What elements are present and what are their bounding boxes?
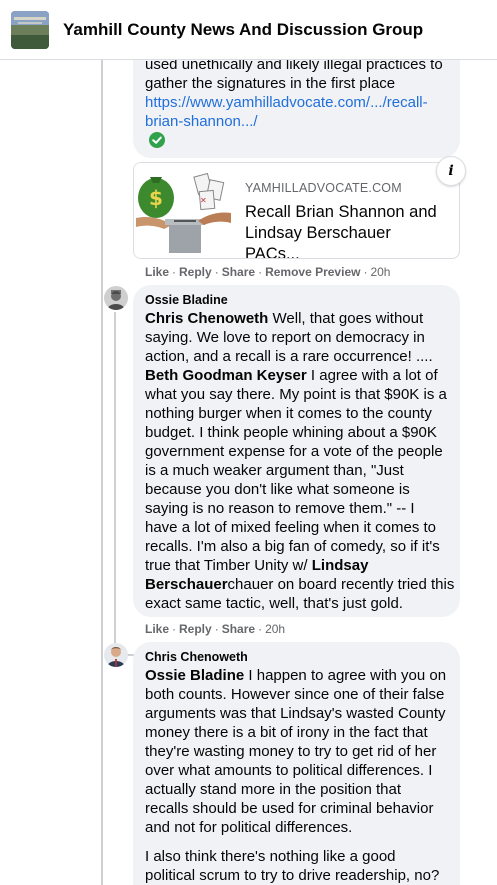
comment-bubble: Ossie Bladine Chris Chenoweth Well, that… bbox=[133, 285, 460, 617]
group-header: Yamhill County News And Discussion Group bbox=[0, 0, 497, 60]
svg-text:$: $ bbox=[149, 186, 163, 210]
mention[interactable]: Beth Goodman Keyser bbox=[145, 367, 307, 384]
group-avatar[interactable] bbox=[11, 10, 49, 49]
comment-actions: Like · Reply · Share · 20h bbox=[145, 622, 286, 636]
comment-line: over what amounts to political differenc… bbox=[145, 762, 433, 779]
reply-link[interactable]: Reply bbox=[179, 265, 212, 279]
avatar[interactable] bbox=[104, 643, 128, 667]
comment-text: Chris Chenoweth Well, that goes without … bbox=[145, 309, 455, 613]
comment-line: I agree with a lot of bbox=[306, 367, 438, 384]
comment-line: gather the signatures in the first place bbox=[145, 75, 396, 92]
comment-line: and not for political differences. bbox=[145, 819, 353, 836]
check-circle-icon bbox=[149, 132, 165, 148]
thread-line bbox=[114, 312, 116, 652]
comment-line: recalls should be used for criminal beha… bbox=[145, 800, 434, 817]
comment-line: true that Timber Unity w/ bbox=[145, 557, 312, 574]
comment-author[interactable]: Chris Chenoweth bbox=[145, 650, 455, 664]
comment-line: arguments was that Lindsay's wasted Coun… bbox=[145, 705, 446, 722]
comment-line: what you say there. My point is that $90… bbox=[145, 386, 447, 403]
comment-line: I also think there's nothing like a good bbox=[145, 848, 396, 865]
avatar[interactable] bbox=[104, 286, 128, 310]
comment-text: used unethically and likely illegal prac… bbox=[145, 55, 443, 131]
comment-line: exact same tactic, well, that's just gol… bbox=[145, 595, 403, 612]
group-name[interactable]: Yamhill County News And Discussion Group bbox=[63, 20, 423, 40]
info-icon[interactable]: i bbox=[436, 156, 466, 186]
timestamp[interactable]: 20h bbox=[370, 265, 390, 279]
comment-line: nothing burger when it comes to the coun… bbox=[145, 405, 432, 422]
svg-text:✕: ✕ bbox=[200, 196, 207, 205]
comment-author[interactable]: Ossie Bladine bbox=[145, 293, 455, 307]
article-link-cont[interactable]: brian-shannon.../ bbox=[145, 112, 443, 131]
comment-line: actually stand more in the position that bbox=[145, 781, 401, 798]
comment-line: action, and a recall is a rare occurrenc… bbox=[145, 348, 433, 365]
comment-line: saying. We love to report on democracy i… bbox=[145, 329, 425, 346]
remove-preview-link[interactable]: Remove Preview bbox=[265, 265, 360, 279]
comment-bubble: Chris Chenoweth Ossie Bladine I happen t… bbox=[133, 642, 460, 885]
comment-line: government expense for a vote of the peo… bbox=[145, 443, 443, 460]
timestamp[interactable]: 20h bbox=[265, 622, 285, 636]
comment-actions: Like · Reply · Share · Remove Preview · 20h bbox=[145, 265, 391, 279]
thread-line bbox=[101, 60, 103, 885]
preview-title[interactable]: Recall Brian Shannon and Lindsay Berscha… bbox=[245, 202, 445, 258]
mention[interactable]: Ossie Bladine bbox=[145, 667, 244, 684]
like-link[interactable]: Like bbox=[145, 265, 169, 279]
link-preview-card[interactable]: $ ✕ YAMHILLADVOCATE.COM Recall Brian Sha… bbox=[133, 162, 460, 259]
comment-line: because you don't like what someone is bbox=[145, 481, 410, 498]
comment-line: chauer on board recently tried this bbox=[227, 576, 455, 593]
preview-domain: YAMHILLADVOCATE.COM bbox=[245, 181, 402, 195]
article-link[interactable]: https://www.yamhilladvocate.com/.../reca… bbox=[145, 93, 443, 112]
preview-image: $ ✕ bbox=[134, 163, 233, 258]
like-link[interactable]: Like bbox=[145, 622, 169, 636]
comment-line: budget. I think people whining about a $… bbox=[145, 424, 437, 441]
mention[interactable]: Chris Chenoweth bbox=[145, 310, 268, 327]
comment-text: Ossie Bladine I happen to agree with you… bbox=[145, 666, 455, 885]
comment-line: I happen to agree with you on bbox=[244, 667, 447, 684]
mention[interactable]: Lindsay bbox=[312, 557, 369, 574]
comment-line: both counts. However since one of their … bbox=[145, 686, 445, 703]
comment-line: recalls. I'm also a big fan of comedy, s… bbox=[145, 538, 440, 555]
comment-line: have a lot of mixed feeling when it come… bbox=[145, 519, 436, 536]
comment-line: they're wasting money to try to get rid … bbox=[145, 743, 437, 760]
reply-link[interactable]: Reply bbox=[179, 622, 212, 636]
comment-line: political scrum to try to drive readersh… bbox=[145, 867, 440, 884]
comment-line: money there is a bit of irony in the fac… bbox=[145, 724, 428, 741]
comment-line: Well, that goes without bbox=[268, 310, 424, 327]
share-link[interactable]: Share bbox=[222, 265, 255, 279]
share-link[interactable]: Share bbox=[222, 622, 255, 636]
comment-line: saying is no reason to remove them." -- … bbox=[145, 500, 415, 517]
comment-line: is a much weaker argument than, "Just bbox=[145, 462, 404, 479]
mention[interactable]: Berschauer bbox=[145, 576, 228, 593]
